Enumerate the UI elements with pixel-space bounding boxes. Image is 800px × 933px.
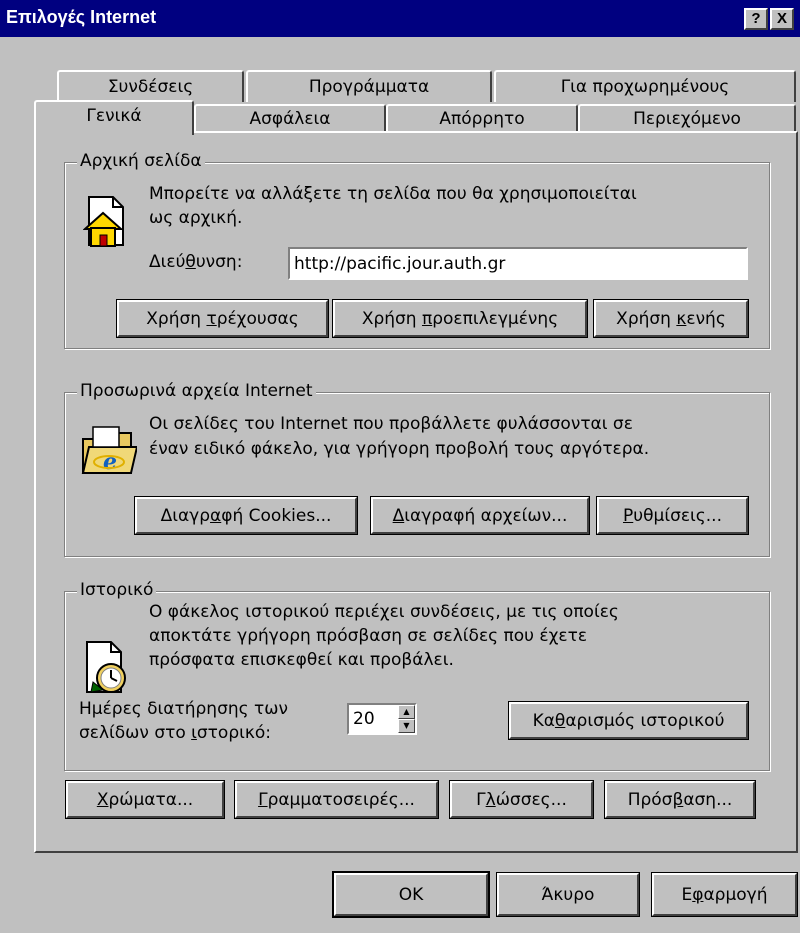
tab-label: Απόρρητο [439,109,525,129]
button-label: Κα [532,710,555,731]
tab-privacy[interactable]: Απόρρητο [386,104,578,133]
accessibility-button[interactable]: Πρόσβαση... [604,780,756,819]
colors-button[interactable]: Χρώματα... [65,780,225,819]
temp-files-group: Προσωρινά αρχεία Internet e Οι σελίδες τ… [64,381,770,557]
history-description-line3: πρόσφατα επισκεφθεί και προβάλει. [149,650,454,670]
delete-files-button[interactable]: Διαγραφή αρχείων... [370,496,590,535]
svg-text:e: e [103,449,117,475]
button-label: ρέχουσας [216,308,299,329]
button-label: ιαγραφή αρχείων... [404,505,568,526]
button-label: αρισμός ιστορικού [565,710,725,731]
button-accesskey: λ [485,789,496,810]
button-label: Γ [476,789,486,810]
button-label: Διαγρ [160,505,211,526]
button-label: OK [398,884,424,905]
tab-label: Προγράμματα [308,77,430,97]
button-label: Χρήση [146,308,207,329]
button-label: Πρόσ [627,789,673,810]
home-page-description-line2: ως αρχική. [149,208,243,228]
address-input[interactable] [288,247,748,280]
title-bar[interactable]: Επιλογές Internet ? X [0,0,800,37]
delete-cookies-button[interactable]: Διαγραφή Cookies... [134,496,358,535]
tab-label: Ασφάλεια [249,109,331,129]
label-part: σελίδων στο [79,723,192,743]
history-icon [86,641,126,693]
button-label: φή Cookies... [221,505,332,526]
ie-folder-icon: e [81,426,137,475]
tab-programs[interactable]: Προγράμματα [246,70,492,102]
home-page-group: Αρχική σελίδα Μπορείτε να αλλάξετε τη σε… [64,151,770,349]
button-label: ροεπιλεγμένης [432,308,559,329]
label-part: στορικό: [196,723,272,743]
button-label: Χρήση [361,308,422,329]
spin-down-icon: ▼ [403,721,410,730]
tab-label: Γενικά [86,106,142,126]
fonts-button[interactable]: Γραμματοσειρές... [234,780,439,819]
general-tab-panel: Αρχική σελίδα Μπορείτε να αλλάξετε τη σε… [34,131,798,853]
button-label: Χρήση [616,308,677,329]
tab-general[interactable]: Γενικά [34,100,194,135]
history-group: Ιστορικό Ο φάκελος ιστορικού περιέχει συ… [64,580,770,771]
window-title: Επιλογές Internet [6,7,157,27]
history-legend: Ιστορικό [77,580,157,600]
apply-button[interactable]: Εφαρμογή [651,872,798,917]
temp-files-description-line1: Οι σελίδες του Internet που προβάλλετε φ… [149,414,633,434]
button-label: ενής [686,308,726,329]
address-label-part: Διεύ [149,252,186,272]
help-button[interactable]: ? [744,8,768,30]
history-days-down-button[interactable]: ▼ [398,719,415,733]
button-label: υθμίσεις... [633,505,722,526]
use-current-button[interactable]: Χρήση τρέχουσας [116,299,329,338]
button-accesskey: Ρ [623,505,634,526]
address-label: Διεύθυνση: [149,251,242,274]
temp-files-legend: Προσωρινά αρχεία Internet [77,381,316,401]
tab-connections[interactable]: Συνδέσεις [57,70,244,102]
button-accesskey: β [672,789,684,810]
tab-advanced[interactable]: Για προχωρημένους [494,70,796,102]
button-label: αση... [683,789,733,810]
cancel-button[interactable]: Άκυρο [496,872,640,917]
home-page-legend: Αρχική σελίδα [77,151,205,171]
tab-label: Συνδέσεις [107,77,194,97]
close-button[interactable]: X [770,8,794,30]
button-accesskey: τ [206,308,217,329]
spin-up-icon: ▲ [403,707,410,716]
button-label: ρώματα... [108,789,194,810]
ok-button[interactable]: OK [332,871,490,918]
temp-files-description-line2: έναν ειδικό φάκελο, για γρήγορη προβολή … [149,439,650,459]
settings-button[interactable]: Ρυθμίσεις... [596,496,749,535]
button-accesskey: Χ [96,789,109,810]
button-accesskey: Γ [258,789,268,810]
history-days-label-line1: Ημέρες διατήρησης των [79,699,288,719]
home-page-description-line1: Μπορείτε να αλλάξετε τη σελίδα που θα χρ… [149,184,637,204]
home-page-icon [83,196,124,247]
button-accesskey: θ [554,710,566,731]
history-days-up-button[interactable]: ▲ [398,705,415,719]
button-accesskey: α [210,505,222,526]
tab-content[interactable]: Περιεχόμενο [578,104,796,133]
use-default-button[interactable]: Χρήση προεπιλεγμένης [332,299,588,338]
history-description-line2: αποκτάτε γρήγορη πρόσβαση σε σελίδες που… [149,626,588,646]
tab-security[interactable]: Ασφάλεια [194,104,386,133]
button-accesskey: π [421,308,433,329]
button-accesskey: κ [676,308,687,329]
use-blank-button[interactable]: Χρήση κενής [593,299,749,338]
button-label: Άκυρο [541,884,595,905]
button-label: ραμματοσειρές... [267,789,415,810]
button-label: Ε [681,884,693,905]
button-label: ώσσες... [495,789,567,810]
tab-label: Για προχωρημένους [560,77,730,97]
button-label: αρμογή [703,884,768,905]
address-label-part: υνση: [195,252,243,272]
address-label-accesskey: θ [185,252,196,272]
languages-button[interactable]: Γλώσσες... [449,780,594,819]
button-accesskey: Δ [392,505,405,526]
history-days-label-line2: σελίδων στο ιστορικό: [79,722,271,745]
history-description-line1: Ο φάκελος ιστορικού περιέχει συνδέσεις, … [149,602,619,622]
tab-label: Περιεχόμενο [633,109,741,129]
button-accesskey: φ [692,884,704,905]
clear-history-button[interactable]: Καθαρισμός ιστορικού [508,701,749,740]
